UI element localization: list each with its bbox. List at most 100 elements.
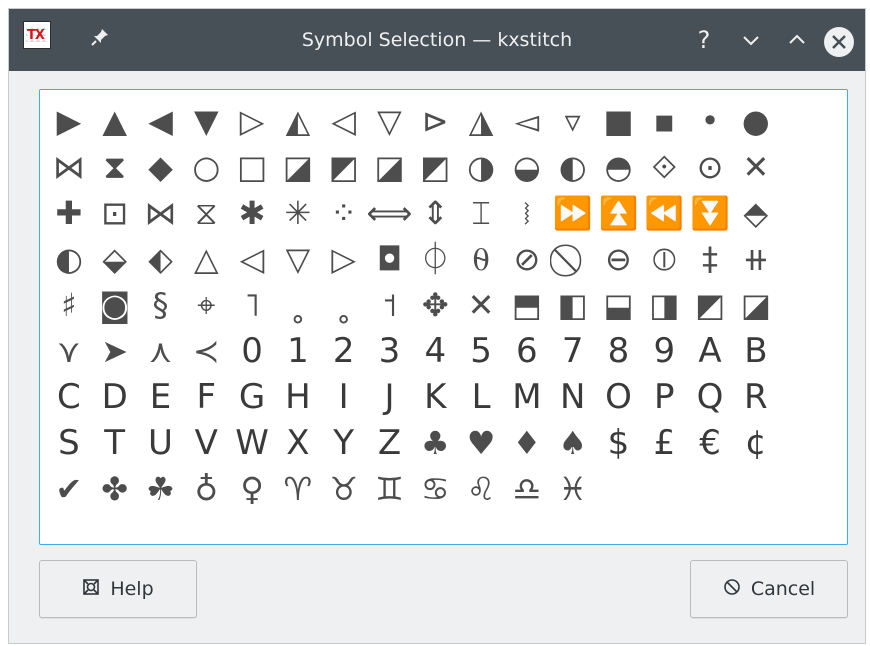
symbol-cell[interactable]: $ <box>596 420 642 466</box>
symbol-cell[interactable]: ▽ <box>367 98 413 144</box>
symbol-cell[interactable]: H <box>275 374 321 420</box>
symbol-cell[interactable]: ▲ <box>92 98 138 144</box>
symbol-cell[interactable]: ♌ <box>458 466 504 512</box>
symbol-cell[interactable]: ⏩ <box>550 190 596 236</box>
symbol-cell[interactable]: U <box>138 420 184 466</box>
symbol-cell[interactable]: ◪ <box>733 282 779 328</box>
context-help-button[interactable]: ? <box>689 25 719 55</box>
symbol-cell[interactable]: ◙ <box>92 282 138 328</box>
symbol-cell[interactable]: E <box>138 374 184 420</box>
symbol-cell[interactable]: ● <box>733 98 779 144</box>
symbol-cell[interactable]: ♥ <box>458 420 504 466</box>
symbol-cell[interactable]: ♎ <box>504 466 550 512</box>
symbol-cell[interactable]: ▷ <box>321 236 367 282</box>
symbol-cell[interactable]: ✱ <box>229 190 275 236</box>
symbol-cell[interactable]: ◐ <box>46 236 92 282</box>
symbol-cell[interactable]: 5 <box>458 328 504 374</box>
symbol-cell[interactable]: 8 <box>596 328 642 374</box>
symbol-cell[interactable]: I <box>321 374 367 420</box>
symbol-cell[interactable]: 0 <box>229 328 275 374</box>
symbol-cell[interactable]: N <box>550 374 596 420</box>
symbol-cell[interactable]: ⊖ <box>596 236 642 282</box>
symbol-cell[interactable]: ♦ <box>504 420 550 466</box>
symbol-cell[interactable]: Q <box>687 374 733 420</box>
symbol-cell[interactable]: ¢ <box>733 420 779 466</box>
symbol-cell[interactable]: ≺ <box>183 328 229 374</box>
symbol-cell[interactable]: ♊ <box>367 466 413 512</box>
symbol-cell[interactable]: ⬒ <box>504 282 550 328</box>
symbol-cell[interactable]: ◅ <box>504 98 550 144</box>
symbol-cell[interactable]: ⊙ <box>687 144 733 190</box>
symbol-cell[interactable]: § <box>138 282 184 328</box>
symbol-cell[interactable]: ✔ <box>46 466 92 512</box>
symbol-cell[interactable]: ⋎ <box>46 328 92 374</box>
symbol-cell[interactable]: W <box>229 420 275 466</box>
symbol-cell[interactable]: G <box>229 374 275 420</box>
symbol-cell[interactable]: ◘ <box>367 236 413 282</box>
symbol-cell[interactable]: ⟐ <box>641 144 687 190</box>
symbol-cell[interactable]: ◨ <box>641 282 687 328</box>
symbol-cell[interactable]: ˦ <box>367 282 413 328</box>
kxstitch-app-icon[interactable]: TX <box>23 21 51 49</box>
symbol-cell[interactable]: R <box>733 374 779 420</box>
symbol-cell[interactable]: ⬓ <box>596 282 642 328</box>
symbol-cell[interactable]: ⌶ <box>458 190 504 236</box>
symbol-cell[interactable]: ◩ <box>412 144 458 190</box>
symbol-cell[interactable]: ♠ <box>550 420 596 466</box>
symbol-cell[interactable]: ⃠ <box>550 236 596 282</box>
symbol-cell[interactable]: ⏀ <box>412 236 458 282</box>
symbol-cell[interactable]: ◁ <box>229 236 275 282</box>
symbol-cell[interactable]: Z <box>367 420 413 466</box>
symbol-cell[interactable]: • <box>687 98 733 144</box>
close-button[interactable] <box>824 27 854 57</box>
symbol-cell[interactable]: ⍬ <box>458 236 504 282</box>
symbol-cell[interactable]: ⦶ <box>641 236 687 282</box>
symbol-cell[interactable]: ⌖ <box>183 282 229 328</box>
symbol-cell[interactable]: ◭ <box>275 98 321 144</box>
symbol-cell[interactable]: ♓ <box>550 466 596 512</box>
symbol-cell[interactable]: ✕ <box>458 282 504 328</box>
symbol-cell[interactable]: ✚ <box>46 190 92 236</box>
help-button[interactable]: Help <box>39 560 197 618</box>
symbol-cell[interactable]: ➤ <box>92 328 138 374</box>
symbol-cell[interactable]: C <box>46 374 92 420</box>
symbol-cell[interactable]: L <box>458 374 504 420</box>
symbol-cell[interactable]: ▼ <box>183 98 229 144</box>
symbol-cell[interactable]: 3 <box>367 328 413 374</box>
symbol-cell[interactable]: ◓ <box>596 144 642 190</box>
symbol-cell[interactable]: ⧖ <box>183 190 229 236</box>
symbol-cell[interactable]: ⋈ <box>138 190 184 236</box>
symbol-cell[interactable]: 2 <box>321 328 367 374</box>
symbol-cell[interactable]: ◧ <box>550 282 596 328</box>
symbol-cell[interactable]: ◀ <box>138 98 184 144</box>
symbol-cell[interactable]: ⬘ <box>733 190 779 236</box>
symbol-cell[interactable]: ‡ <box>687 236 733 282</box>
symbol-cell[interactable]: K <box>412 374 458 420</box>
symbol-cell[interactable]: ⋈ <box>46 144 92 190</box>
symbol-cell[interactable]: ✤ <box>92 466 138 512</box>
symbol-cell[interactable]: ♯ <box>46 282 92 328</box>
symbol-cell[interactable]: F <box>183 374 229 420</box>
symbol-cell[interactable]: ♈ <box>275 466 321 512</box>
symbol-grid-view[interactable]: ▶ ▲ ◀ ▼ ▷ ◭ ◁ ▽ ⊳ ◮ ◅ ▿ ■ ▪ • ● ⋈ ⧗ ◆ ○ □ ◪ ◩ ◪ ◩ ◑ ◒ ◐ ◓ ⟐ ⊙ ✕ ✚ ⊡ ⋈ ⧖ ✱ ✳ ⁘ ⟺… <box>39 89 848 545</box>
symbol-cell[interactable]: ⁘ <box>321 190 367 236</box>
symbol-cell[interactable]: ▽ <box>275 236 321 282</box>
symbol-cell[interactable]: A <box>687 328 733 374</box>
symbol-cell[interactable]: ♀ <box>229 466 275 512</box>
symbol-cell[interactable]: ⟺ <box>367 190 413 236</box>
maximize-button[interactable] <box>782 25 812 55</box>
symbol-cell[interactable]: £ <box>641 420 687 466</box>
symbol-cell[interactable]: € <box>687 420 733 466</box>
symbol-cell[interactable]: ◩ <box>321 144 367 190</box>
symbol-cell[interactable]: ⋏ <box>138 328 184 374</box>
symbol-cell[interactable]: S <box>46 420 92 466</box>
symbol-cell[interactable]: ◐ <box>550 144 596 190</box>
symbol-cell[interactable]: 1 <box>275 328 321 374</box>
symbol-cell[interactable]: O <box>596 374 642 420</box>
symbol-cell[interactable]: V <box>183 420 229 466</box>
symbol-cell[interactable]: ◮ <box>458 98 504 144</box>
symbol-cell[interactable]: ⊘ <box>504 236 550 282</box>
symbol-cell[interactable]: □ <box>229 144 275 190</box>
symbol-cell[interactable]: ˥ <box>229 282 275 328</box>
symbol-cell[interactable]: ♋ <box>412 466 458 512</box>
